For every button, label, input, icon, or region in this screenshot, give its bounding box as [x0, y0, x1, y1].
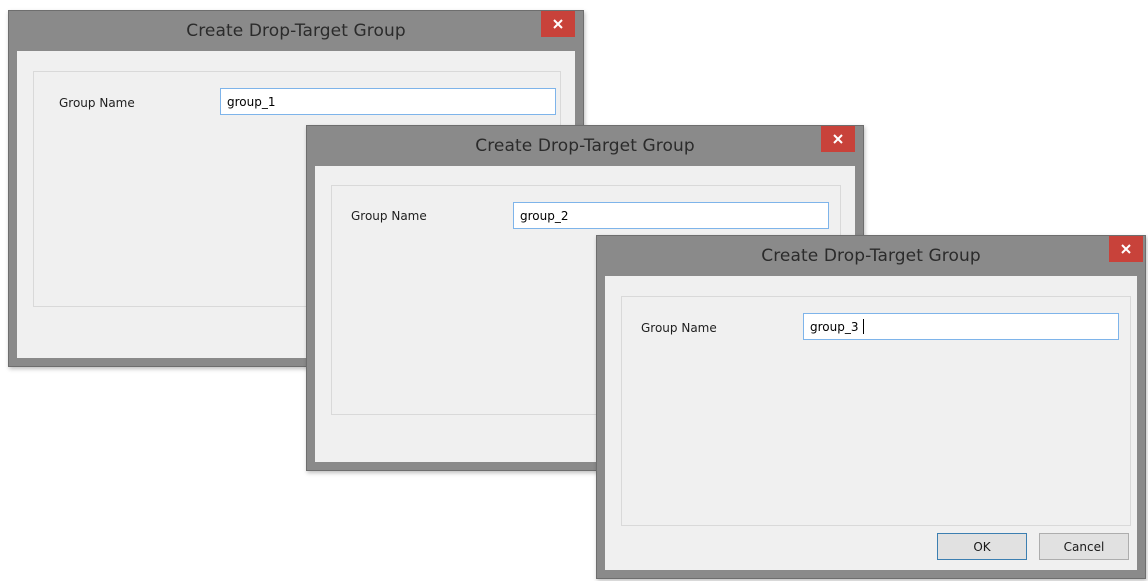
- close-icon: [1121, 244, 1131, 254]
- group-name-label: Group Name: [351, 209, 427, 223]
- title-bar[interactable]: Create Drop-Target Group: [597, 236, 1145, 276]
- dialog-client-area: Group Name OK Cancel: [605, 276, 1137, 570]
- title-bar[interactable]: Create Drop-Target Group: [9, 11, 583, 51]
- title-bar[interactable]: Create Drop-Target Group: [307, 126, 863, 166]
- dialog-title: Create Drop-Target Group: [186, 21, 406, 41]
- cancel-button[interactable]: Cancel: [1039, 533, 1129, 560]
- group-name-label: Group Name: [641, 321, 717, 335]
- close-button[interactable]: [1109, 236, 1143, 262]
- group-name-label: Group Name: [59, 96, 135, 110]
- group-name-input[interactable]: [513, 202, 829, 229]
- close-button[interactable]: [821, 126, 855, 152]
- text-caret: [863, 319, 864, 334]
- group-name-input[interactable]: [803, 313, 1119, 340]
- dialog-title: Create Drop-Target Group: [475, 136, 695, 156]
- close-button[interactable]: [541, 11, 575, 37]
- dialog-title: Create Drop-Target Group: [761, 246, 981, 266]
- dialog-create-drop-target-group-3: Create Drop-Target Group Group Name OK C…: [596, 235, 1146, 579]
- group-name-input[interactable]: [220, 88, 556, 115]
- ok-button[interactable]: OK: [937, 533, 1027, 560]
- close-icon: [833, 134, 843, 144]
- close-icon: [553, 19, 563, 29]
